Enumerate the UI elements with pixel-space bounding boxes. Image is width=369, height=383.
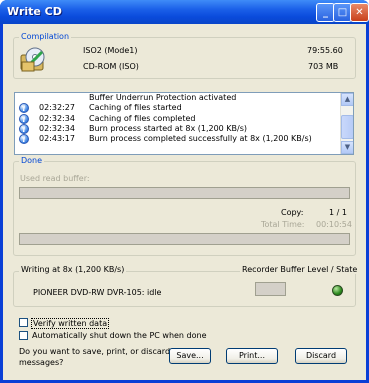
verify-label[interactable]: Verify written data <box>31 318 110 329</box>
info-icon: i <box>19 134 29 145</box>
recorder-buffer-level <box>255 282 286 296</box>
used-read-buffer-label: Used read buffer: <box>20 174 90 183</box>
drive-status: PIONEER DVD-RW DVR-105: idle <box>33 288 162 297</box>
scroll-down-button[interactable]: ▼ <box>341 141 353 154</box>
compilation-type: CD-ROM (ISO) <box>83 62 139 71</box>
message-log[interactable]: Buffer Underrun Protection activated i 0… <box>14 92 354 155</box>
total-time-label: Total Time: <box>261 220 305 229</box>
log-time: 02:43:17 <box>39 134 75 144</box>
log-scrollbar[interactable]: ▲ ▼ <box>340 93 353 154</box>
log-message: Burn process started at 8x (1,200 KB/s) <box>89 123 248 133</box>
close-button[interactable]: ✕ <box>350 3 369 22</box>
compilation-duration: 79:55.60 <box>307 46 343 55</box>
log-message: Burn process completed successfully at 8… <box>89 134 312 144</box>
log-message: Caching of files completed <box>89 113 196 123</box>
recorder-buffer-label: Recorder Buffer Level / State <box>240 265 360 274</box>
log-time: 02:32:34 <box>39 113 75 123</box>
overall-progress-bar <box>19 233 350 245</box>
compilation-legend: Compilation <box>19 32 72 41</box>
cd-compilation-icon <box>20 47 45 72</box>
title-bar[interactable]: Write CD _ □ ✕ <box>0 0 369 24</box>
info-icon: i <box>19 103 29 114</box>
log-time: 02:32:27 <box>39 103 75 113</box>
log-time: 02:32:34 <box>39 123 75 133</box>
shutdown-checkbox[interactable] <box>19 331 28 340</box>
writing-speed-label: Writing at 8x (1,200 KB/s) <box>19 265 127 274</box>
scroll-up-button[interactable]: ▲ <box>341 93 353 106</box>
shutdown-label[interactable]: Automatically shut down the PC when done <box>32 331 207 340</box>
compilation-size: 703 MB <box>308 62 339 71</box>
compilation-group: Compilation <box>13 32 356 79</box>
discard-button[interactable]: Discard <box>295 348 347 364</box>
info-icon: i <box>19 123 29 134</box>
scroll-thumb[interactable] <box>341 115 353 139</box>
recorder-state-led-icon <box>332 285 343 296</box>
total-time-value: 00:10:54 <box>316 220 352 229</box>
question-line1: Do you want to save, print, or discard <box>19 347 171 356</box>
log-message: Caching of files started <box>89 103 182 113</box>
copy-value: 1 / 1 <box>329 208 347 217</box>
read-buffer-bar <box>19 187 350 199</box>
log-row: Buffer Underrun Protection activated <box>15 93 353 103</box>
print-button[interactable]: Print... <box>226 348 278 364</box>
log-message: Buffer Underrun Protection activated <box>89 93 237 102</box>
save-button[interactable]: Save... <box>169 348 211 364</box>
done-legend: Done <box>19 156 45 165</box>
log-row: i 02:32:34 Burn process started at 8x (1… <box>15 123 353 134</box>
compilation-name: ISO2 (Mode1) <box>83 46 138 55</box>
window-title: Write CD <box>7 5 62 18</box>
log-row: i 02:43:17 Burn process completed succes… <box>15 134 353 145</box>
verify-checkbox[interactable] <box>19 318 28 327</box>
copy-label: Copy: <box>281 208 304 217</box>
info-icon: i <box>19 113 29 124</box>
log-row: i 02:32:27 Caching of files started <box>15 103 353 114</box>
log-row: i 02:32:34 Caching of files completed <box>15 113 353 124</box>
question-line2: messages? <box>19 358 64 367</box>
